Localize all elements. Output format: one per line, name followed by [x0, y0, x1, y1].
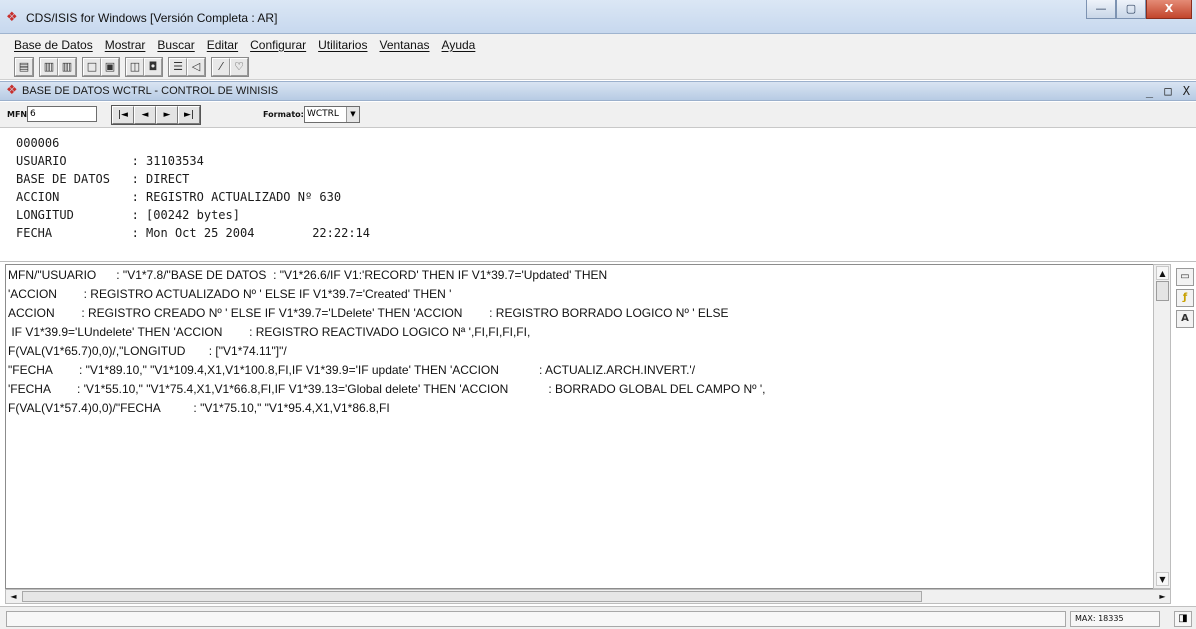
record-navigation-bar: MFN 6 |◄ ◄ ► ►| Formato: WCTRL ▼ [0, 102, 1196, 128]
menu-utilitarios[interactable]: Utilitarios [318, 38, 367, 52]
record-line-base-de-datos: BASE DE DATOS : DIRECT [16, 172, 190, 186]
format-line: F(VAL(V1*57.4)0,0)/"FECHA : "V1*75.10," … [8, 401, 390, 415]
save-icon[interactable]: ▭ [1176, 268, 1194, 286]
menu-mostrar[interactable]: Mostrar [105, 38, 146, 52]
cds-isis-logo-icon: ❖ [6, 10, 18, 25]
record-line-longitud: LONGITUD : [00242 bytes] [16, 208, 240, 222]
font-icon[interactable]: A [1176, 310, 1194, 328]
toolbar-group-open: ▤ [14, 57, 34, 77]
scroll-right-icon[interactable]: ► [1155, 590, 1170, 603]
format-line: F(VAL(V1*65.7)0,0)/,"LONGITUD : ["V1*74.… [8, 344, 287, 358]
menu-configurar[interactable]: Configurar [250, 38, 306, 52]
horizontal-scroll-thumb[interactable] [22, 591, 922, 602]
scroll-down-icon[interactable]: ▼ [1156, 572, 1169, 586]
horizontal-scrollbar[interactable]: ◄ ► [5, 589, 1171, 604]
toolbar-group-tools: ⁄ ♡ [211, 57, 249, 77]
previous-record-button[interactable]: ◄ [134, 106, 156, 124]
search-results-icon[interactable]: ▣ [101, 58, 119, 76]
scroll-up-icon[interactable]: ▲ [1156, 266, 1169, 280]
format-line: ACCION : REGISTRO CREADO Nº ' ELSE IF V1… [8, 306, 729, 320]
next-record-button[interactable]: ► [156, 106, 178, 124]
format-line: 'ACCION : REGISTRO ACTUALIZADO Nº ' ELSE… [8, 287, 452, 301]
mfn-input[interactable]: 6 [27, 106, 97, 122]
formato-value: WCTRL [307, 109, 339, 119]
scroll-thumb[interactable] [1156, 281, 1169, 301]
last-record-button[interactable]: ►| [178, 106, 200, 124]
window-titlebar: ❖ CDS/ISIS for Windows [Versión Completa… [0, 0, 1196, 34]
minimize-button[interactable]: — [1086, 0, 1116, 19]
edit-form-icon[interactable]: ☰ [169, 58, 187, 76]
menu-bar: Base de Datos Mostrar Buscar Editar Conf… [0, 34, 1196, 55]
toolbar-group-search: □ ▣ [82, 57, 120, 77]
menu-ayuda[interactable]: Ayuda [442, 38, 476, 52]
print-icon[interactable]: ◘ [144, 58, 162, 76]
database-window-titlebar: ❖ BASE DE DATOS WCTRL - CONTROL DE WINIS… [0, 81, 1196, 101]
chevron-down-icon[interactable]: ▼ [346, 107, 359, 122]
menu-buscar[interactable]: Buscar [157, 38, 194, 52]
pencil-icon[interactable]: ⁄ [212, 58, 230, 76]
maximize-button[interactable]: ▢ [1116, 0, 1146, 19]
close-button[interactable]: X [1146, 0, 1192, 19]
status-max-records: MAX: 18335 [1070, 611, 1160, 627]
record-display: 000006 USUARIO : 31103534 BASE DE DATOS … [0, 129, 1196, 262]
search-icon[interactable]: □ [83, 58, 101, 76]
status-message-panel [6, 611, 1066, 627]
scroll-left-icon[interactable]: ◄ [6, 590, 21, 603]
record-line-usuario: USUARIO : 31103534 [16, 154, 204, 168]
database-window-controls[interactable]: _ □ X [1146, 84, 1192, 98]
format-line: IF V1*39.9='LUndelete' THEN 'ACCION : RE… [8, 325, 531, 339]
menu-base-de-datos[interactable]: Base de Datos [14, 38, 93, 52]
first-record-button[interactable]: |◄ [112, 106, 134, 124]
toolbar: ▤ ▥ ▥ □ ▣ ◫ ◘ ☰ ◁ ⁄ ♡ [0, 55, 1196, 80]
menu-ventanas[interactable]: Ventanas [379, 38, 429, 52]
status-bar: MAX: 18335 ◨ [0, 606, 1196, 629]
records-icon[interactable]: ▥ [40, 58, 58, 76]
record-line-mfn: 000006 [16, 136, 60, 150]
vertical-scrollbar[interactable]: ▲ ▼ [1153, 264, 1171, 589]
window-title: CDS/ISIS for Windows [Versión Completa :… [26, 11, 278, 25]
mfn-label: MFN [7, 110, 28, 119]
toolbar-group-edit: ☰ ◁ [168, 57, 206, 77]
record-nav-buttons: |◄ ◄ ► ►| [111, 105, 201, 125]
help-bulb-icon[interactable]: ♡ [230, 58, 248, 76]
format-line: 'FECHA : 'V1*55.10," "V1*75.4,X1,V1*66.8… [8, 382, 766, 396]
format-editor[interactable]: MFN/"USUARIO : "V1*7.8/"BASE DE DATOS : … [5, 264, 1171, 589]
format-line: "FECHA : "V1*89.10," "V1*109.4,X1,V1*100… [8, 363, 696, 377]
record-line-accion: ACCION : REGISTRO ACTUALIZADO Nº 630 [16, 190, 342, 204]
format-icon[interactable]: ƒ [1176, 289, 1194, 307]
status-book-icon: ◨ [1174, 611, 1192, 627]
window-controls: — ▢ X [1086, 0, 1192, 20]
format-side-buttons: ▭ ƒ A [1176, 268, 1194, 331]
database-window-title: BASE DE DATOS WCTRL - CONTROL DE WINISIS [22, 85, 279, 97]
export-icon[interactable]: ◁ [187, 58, 205, 76]
toolbar-group-records: ▥ ▥ [39, 57, 77, 77]
open-database-icon[interactable]: ▤ [15, 58, 33, 76]
record-line-fecha: FECHA : Mon Oct 25 2004 22:22:14 [16, 226, 371, 240]
menu-editar[interactable]: Editar [207, 38, 238, 52]
format-line: MFN/"USUARIO : "V1*7.8/"BASE DE DATOS : … [8, 268, 608, 282]
toolbar-group-print: ◫ ◘ [125, 57, 163, 77]
document-icon[interactable]: ◫ [126, 58, 144, 76]
database-icon: ❖ [6, 83, 18, 98]
formato-select[interactable]: WCTRL ▼ [304, 106, 360, 123]
records-alt-icon[interactable]: ▥ [58, 58, 76, 76]
formato-label: Formato: [263, 110, 304, 119]
